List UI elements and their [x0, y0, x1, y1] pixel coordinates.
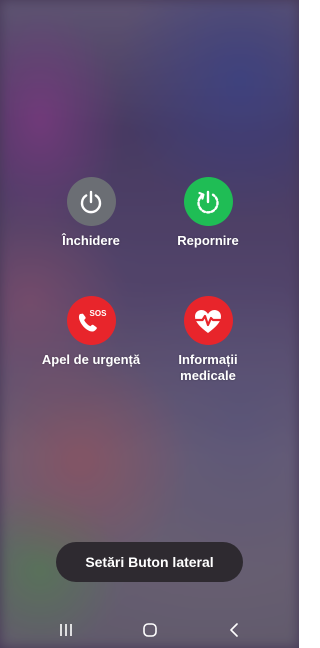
side-button-settings-button[interactable]: Setări Buton lateral: [56, 542, 243, 582]
emergency-call-button[interactable]: SOS Apel de urgență: [26, 296, 156, 368]
emergency-call-circle: SOS: [66, 296, 116, 345]
home-button[interactable]: [130, 612, 170, 648]
medical-info-label: Informații medicale: [178, 352, 238, 383]
power-menu-screen: Închidere Repornire SOS Apel de urgență …: [0, 0, 299, 648]
recents-button[interactable]: [46, 612, 86, 648]
home-icon: [143, 623, 157, 637]
back-button[interactable]: [214, 612, 254, 648]
restart-label: Repornire: [177, 233, 239, 248]
power-off-circle: [66, 177, 116, 226]
restart-icon: [197, 190, 219, 214]
medical-heart-icon: [194, 309, 222, 333]
restart-button[interactable]: Repornire: [143, 177, 273, 249]
medical-info-button[interactable]: Informații medicale: [143, 296, 273, 384]
navigation-bar: [0, 612, 299, 648]
power-off-button[interactable]: Închidere: [26, 177, 156, 249]
medical-info-circle: [183, 296, 233, 345]
recents-icon: [60, 624, 72, 636]
power-icon: [80, 190, 102, 213]
power-off-label: Închidere: [62, 233, 120, 248]
sos-text: SOS: [90, 309, 108, 318]
emergency-call-label: Apel de urgență: [41, 352, 141, 367]
sos-phone-icon: SOS: [78, 309, 108, 332]
back-icon: [230, 623, 238, 637]
restart-circle: [183, 177, 233, 226]
